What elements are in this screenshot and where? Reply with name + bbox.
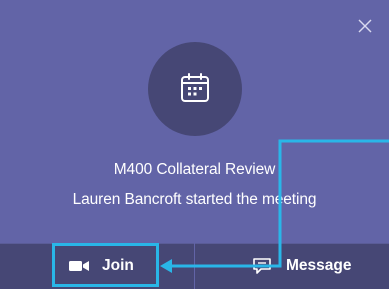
calendar-icon	[181, 73, 209, 102]
message-label: Message	[286, 257, 352, 274]
meeting-avatar	[148, 42, 242, 136]
close-icon	[358, 19, 372, 33]
meeting-subtitle: Lauren Bancroft started the meeting	[72, 191, 317, 208]
message-button[interactable]: Message	[252, 243, 351, 289]
meeting-title: M400 Collateral Review	[113, 161, 276, 178]
meeting-notification-toast: M400 Collateral Review Lauren Bancroft s…	[0, 0, 389, 289]
action-divider	[194, 243, 195, 289]
close-button[interactable]	[355, 16, 375, 36]
chat-icon	[253, 258, 271, 274]
join-highlight-box	[52, 243, 159, 287]
